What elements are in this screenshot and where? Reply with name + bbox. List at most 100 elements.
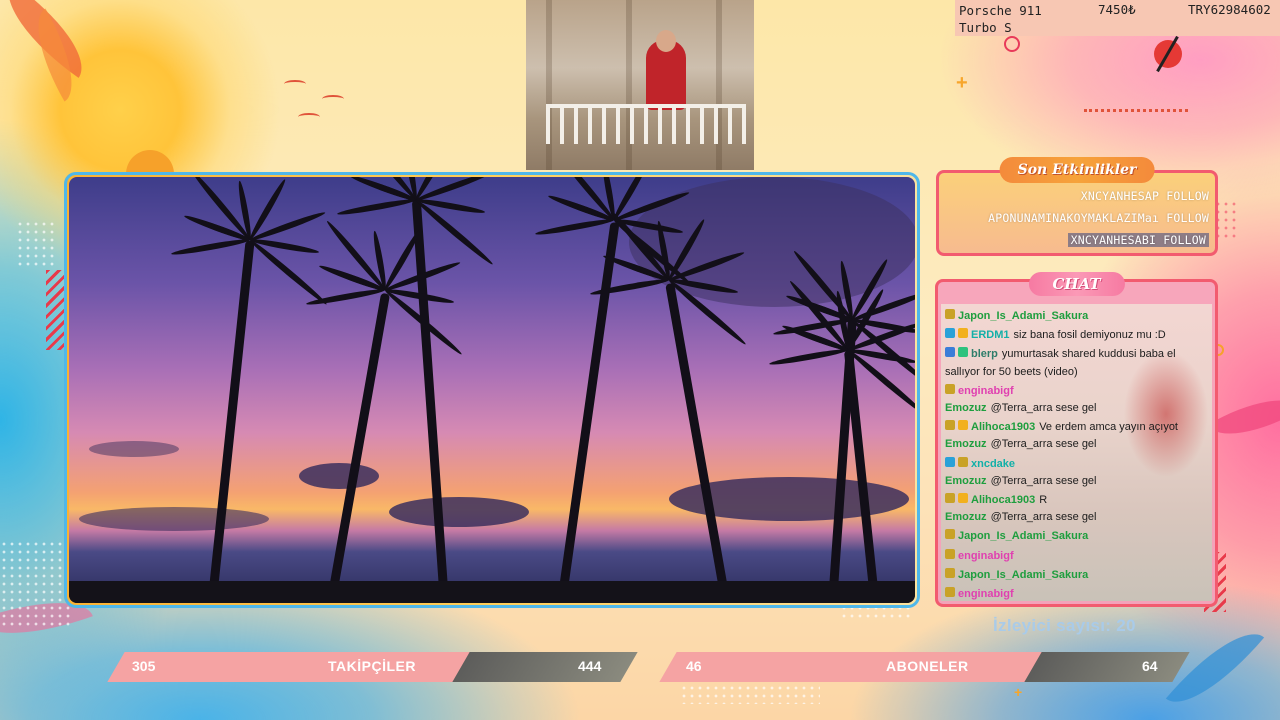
webcam-balcony-railing <box>546 104 746 144</box>
subscribers-goal-bar: 46 ABONELER 64 <box>659 652 1190 682</box>
bird-icon <box>284 80 306 88</box>
chat-message: xncdake <box>945 454 1208 473</box>
chat-message: Japon_Is_Adami_Sakura <box>945 526 1208 545</box>
chat-badge-icon <box>945 383 955 394</box>
chat-username[interactable]: Emozuz <box>945 438 987 450</box>
event-list: XNCYANHESAP FOLLOW APONUNAMINAKOYMAKLAZI… <box>988 185 1209 251</box>
webcam-feed <box>526 0 754 170</box>
followers-current: 305 <box>132 658 156 674</box>
chat-message: Emozuz @Terra_arra sese gel <box>945 509 1208 526</box>
donation-item: Porsche 911 Turbo S <box>959 3 1042 35</box>
followers-progress-fill <box>107 652 479 682</box>
donation-ticker: Porsche 911 Turbo S 7450₺ TRY62984602 <box>955 0 1280 36</box>
chat-username[interactable]: Alihoca1903 <box>971 421 1035 433</box>
chat-message: enginabigf <box>945 381 1208 400</box>
subscribers-current: 46 <box>686 658 702 674</box>
chat-message: Alihoca1903 R <box>945 490 1208 509</box>
chat-username[interactable]: blerp <box>971 348 998 360</box>
followers-label: TAKİPÇİLER <box>328 658 416 674</box>
chat-text: @Terra_arra sese gel <box>990 402 1097 415</box>
chat-badge-icon <box>945 493 955 504</box>
chat-badge-icon <box>958 456 968 467</box>
chat-message: enginabigf <box>945 546 1208 565</box>
followers-goal-bar: 305 TAKİPÇİLER 444 <box>107 652 638 682</box>
event-item: APONUNAMINAKOYMAKLAZIMaı FOLLOW <box>988 211 1209 225</box>
followers-remaining <box>452 652 638 682</box>
subscribers-label: ABONELER <box>886 658 969 674</box>
stripes-decoration <box>46 270 66 350</box>
dots-decoration <box>680 684 820 704</box>
chat-message-list: Japon_Is_Adami_Sakura ERDM1 siz bana fosil… <box>945 306 1208 601</box>
wave-decoration <box>1084 102 1188 112</box>
plus-decoration: + <box>1014 684 1023 700</box>
chat-badge-icon <box>945 347 955 358</box>
palm-leaf-decoration <box>1207 379 1280 455</box>
chat-badge-icon <box>958 328 968 339</box>
ring-decoration <box>1004 36 1020 52</box>
chat-message: Japon_Is_Adami_Sakura <box>945 565 1208 584</box>
donation-price: 7450₺ <box>1098 2 1136 17</box>
chat-username[interactable]: Emozuz <box>945 511 987 523</box>
chat-username[interactable]: Japon_Is_Adami_Sakura <box>958 310 1088 322</box>
cloud-shape <box>89 441 179 457</box>
chat-text: @Terra_arra sese gel <box>990 438 1097 451</box>
chat-badge-icon <box>945 567 955 578</box>
chat-message: enginabigf <box>945 584 1208 601</box>
webcam-person-head <box>656 30 676 52</box>
sun-decoration <box>126 150 174 174</box>
subscribers-goal: 64 <box>1142 658 1158 674</box>
feather-icon <box>1154 40 1182 68</box>
chat-badge-icon <box>945 529 955 540</box>
viewer-count: İzleyici sayısı: 20 <box>993 616 1136 635</box>
chat-username[interactable]: Alihoca1903 <box>971 494 1035 506</box>
chat-badge-icon <box>945 420 955 431</box>
chat-badge-icon <box>945 309 955 319</box>
chat-badge-icon <box>958 347 968 358</box>
chat-badge-icon <box>945 548 955 559</box>
chat-username[interactable]: Japon_Is_Adami_Sakura <box>958 569 1088 581</box>
cloud-shape <box>299 463 379 489</box>
bird-icon <box>322 95 344 103</box>
chat-message: ERDM1 siz bana fosil demiyonuz mu :D <box>945 325 1208 344</box>
events-title: Son Etkinlikler <box>999 157 1155 183</box>
sunset-palm-scene <box>69 177 915 603</box>
chat-username[interactable]: ERDM1 <box>971 329 1010 341</box>
recent-events-panel: Son Etkinlikler XNCYANHESAP FOLLOW APONU… <box>936 157 1218 256</box>
chat-username[interactable]: enginabigf <box>958 385 1014 397</box>
bird-icon <box>298 113 320 121</box>
chat-message: Emozuz @Terra_arra sese gel <box>945 400 1208 417</box>
chat-badge-icon <box>945 456 955 467</box>
event-item: XNCYANHESABI FOLLOW <box>988 229 1209 251</box>
dots-decoration <box>0 540 70 630</box>
chat-badge-icon <box>958 420 968 431</box>
plus-decoration: + <box>956 72 968 94</box>
chat-message: Japon_Is_Adami_Sakura <box>945 306 1208 325</box>
chat-text: @Terra_arra sese gel <box>990 511 1097 524</box>
followers-goal: 444 <box>578 658 602 674</box>
chat-username[interactable]: Japon_Is_Adami_Sakura <box>958 530 1088 542</box>
chat-username[interactable]: Emozuz <box>945 402 987 414</box>
chat-username[interactable]: xncdake <box>971 458 1015 470</box>
cloud-shape <box>389 497 529 527</box>
chat-message: Emozuz @Terra_arra sese gel <box>945 473 1208 490</box>
chat-badge-icon <box>945 587 955 598</box>
chat-username[interactable]: Emozuz <box>945 475 987 487</box>
dots-decoration <box>16 220 56 270</box>
chat-area[interactable]: Japon_Is_Adami_Sakura ERDM1 siz bana fosil… <box>941 304 1212 601</box>
chat-title: CHAT <box>1028 272 1125 296</box>
subscribers-remaining <box>1024 652 1190 682</box>
chat-message: Alihoca1903 Ve erdem amca yayın açıyot <box>945 417 1208 436</box>
chat-badge-icon <box>945 328 955 339</box>
chat-text: Ve erdem amca yayın açıyot <box>1039 421 1178 434</box>
chat-username[interactable]: enginabigf <box>958 550 1014 562</box>
main-stream-frame <box>64 172 920 608</box>
chat-message: blerp yumurtasak shared kuddusi baba el s… <box>945 344 1208 380</box>
chat-username[interactable]: enginabigf <box>958 588 1014 600</box>
chat-text: siz bana fosil demiyonuz mu :D <box>1013 329 1166 342</box>
event-item: XNCYANHESAP FOLLOW <box>1080 189 1209 203</box>
donation-code: TRY62984602 <box>1188 2 1271 17</box>
ground-silhouette <box>69 581 915 603</box>
cloud-shape <box>79 507 269 531</box>
chat-panel: CHAT Japon_Is_Adami_Sakura ERDM1 siz bana … <box>935 272 1218 607</box>
chat-text: R <box>1039 494 1048 507</box>
